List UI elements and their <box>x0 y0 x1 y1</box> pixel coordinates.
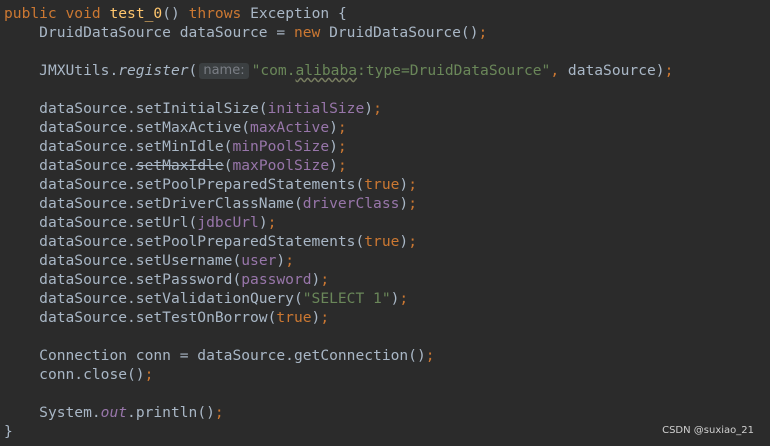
field-ref: password <box>241 271 312 288</box>
semicolon: ; <box>267 214 277 231</box>
code-line-4: dataSource.setInitialSize(initialSize); <box>4 99 382 118</box>
keyword: new <box>293 24 321 41</box>
code-text: conn.close() <box>39 366 145 383</box>
keyword: public <box>4 5 57 22</box>
code-text: ) <box>399 176 409 193</box>
deprecated-method: setMaxIdle <box>135 157 224 174</box>
semicolon: ; <box>337 138 347 155</box>
semicolon: ; <box>337 119 347 136</box>
keyword: true <box>364 176 400 193</box>
code-text: dataSource.setUsername( <box>39 252 242 269</box>
code-text: ) <box>399 195 409 212</box>
code-line-9: dataSource.setDriverClassName(driverClas… <box>4 194 417 213</box>
semicolon: ; <box>664 62 674 79</box>
method-name: test_0 <box>109 5 163 22</box>
code-line-15: dataSource.setTestOnBorrow(true); <box>4 308 329 327</box>
code-editor[interactable]: public void test_0() throws Exception { … <box>0 0 770 446</box>
code-text: dataSource.setDriverClassName( <box>39 195 303 212</box>
code-text: DruidDataSource() <box>320 24 479 41</box>
code-text: dataSource) <box>559 62 665 79</box>
keyword: throws <box>188 5 242 22</box>
code-text: .println() <box>127 404 215 421</box>
field-ref: user <box>241 252 277 269</box>
code-line-7: dataSource.setMaxIdle(maxPoolSize); <box>4 156 347 175</box>
code-text: Connection conn = dataSource.getConnecti… <box>39 347 426 364</box>
code-text: System. <box>39 404 101 421</box>
code-line-18: System.out.println(); <box>4 403 224 422</box>
semicolon: ; <box>478 24 488 41</box>
code-text: dataSource.setUrl( <box>39 214 198 231</box>
keyword: true <box>276 309 312 326</box>
code-line-3: JMXUtils.register(name: "com.alibaba:type… <box>4 61 673 80</box>
field-ref: maxPoolSize <box>232 157 330 174</box>
watermark: CSDN @suxiao_21 <box>662 425 754 436</box>
code-text: dataSource.setValidationQuery( <box>39 290 303 307</box>
code-line-10: dataSource.setUrl(jdbcUrl); <box>4 213 276 232</box>
code-line-12: dataSource.setUsername(user); <box>4 251 294 270</box>
code-text: ) <box>329 138 338 155</box>
code-text: DruidDataSource dataSource = <box>39 24 294 41</box>
parameter-hint: name: <box>199 63 249 79</box>
code-line-17: conn.close(); <box>4 365 153 384</box>
semicolon: ; <box>373 100 382 117</box>
code-line-13: dataSource.setPassword(password); <box>4 270 329 289</box>
code-text: ( <box>188 62 198 79</box>
semicolon: ; <box>285 252 294 269</box>
typo-underlined-word: alibaba <box>295 62 358 79</box>
string-literal: "SELECT 1" <box>302 290 391 307</box>
string-literal: "com. <box>251 62 296 79</box>
code-line-2: DruidDataSource dataSource = new DruidDa… <box>4 23 487 42</box>
code-text: ) <box>364 100 374 117</box>
code-text: dataSource.setInitialSize( <box>39 100 268 117</box>
code-line-16: Connection conn = dataSource.getConnecti… <box>4 346 435 365</box>
code-text: dataSource.setMinIdle( <box>39 138 233 155</box>
field-ref: jdbcUrl <box>197 214 259 231</box>
keyword: true <box>364 233 400 250</box>
semicolon: ; <box>144 366 154 383</box>
code-text: JMXUtils. <box>39 62 119 79</box>
code-text: ) <box>258 214 268 231</box>
code-text: ) <box>329 119 338 136</box>
code-text: Exception { <box>250 5 347 22</box>
code-text: () <box>162 5 180 22</box>
code-text: dataSource.setPoolPreparedStatements( <box>39 233 365 250</box>
keyword: void <box>65 5 101 22</box>
semicolon: ; <box>214 404 224 421</box>
field-ref: initialSize <box>267 100 365 117</box>
code-text: dataSource.setPoolPreparedStatements( <box>39 176 365 193</box>
code-text: dataSource.setPassword( <box>39 271 242 288</box>
code-line-1: public void test_0() throws Exception { <box>4 4 347 23</box>
code-line-14: dataSource.setValidationQuery("SELECT 1"… <box>4 289 408 308</box>
field-ref: minPoolSize <box>232 138 330 155</box>
semicolon: ; <box>337 157 347 174</box>
method-call-italic: register <box>118 62 189 79</box>
field-ref: driverClass <box>302 195 400 212</box>
semicolon: ; <box>320 309 330 326</box>
code-text: ) <box>399 233 409 250</box>
code-line-8: dataSource.setPoolPreparedStatements(tru… <box>4 175 417 194</box>
semicolon: ; <box>399 290 409 307</box>
comma: , <box>550 62 560 79</box>
code-text: dataSource. <box>39 157 136 174</box>
code-line-11: dataSource.setPoolPreparedStatements(tru… <box>4 232 417 251</box>
semicolon: ; <box>320 271 330 288</box>
field-ref: maxActive <box>250 119 330 136</box>
code-text: dataSource.setTestOnBorrow( <box>39 309 277 326</box>
semicolon: ; <box>408 195 417 212</box>
semicolon: ; <box>408 176 417 193</box>
code-line-5: dataSource.setMaxActive(maxActive); <box>4 118 347 137</box>
static-field-ref: out <box>100 404 128 421</box>
code-line-6: dataSource.setMinIdle(minPoolSize); <box>4 137 347 156</box>
code-text: ) <box>276 252 286 269</box>
closing-brace: } <box>4 423 13 440</box>
semicolon: ; <box>425 347 435 364</box>
code-text: dataSource.setMaxActive( <box>39 119 251 136</box>
string-literal: :type=DruidDataSource" <box>357 62 551 79</box>
code-line-19: } <box>4 422 13 441</box>
semicolon: ; <box>408 233 417 250</box>
code-text: ) <box>329 157 338 174</box>
